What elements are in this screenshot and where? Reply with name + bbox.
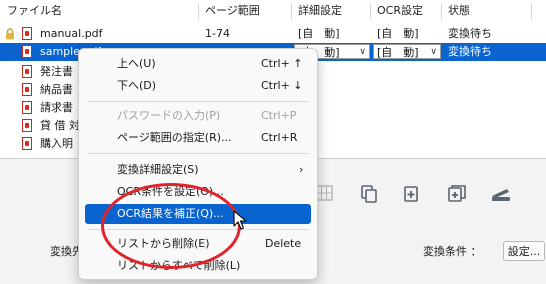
menu-item-label: OCR条件を設定(O)... xyxy=(117,185,224,198)
scanner-icon[interactable] xyxy=(490,184,512,204)
menu-item-page-range[interactable]: ページ範囲の指定(R)... Ctrl+R xyxy=(85,128,311,148)
ocr-setting-dropdown[interactable]: [自 動] ∨ xyxy=(373,44,441,59)
settings-button[interactable]: 設定... xyxy=(503,241,545,261)
col-divider[interactable] xyxy=(370,3,371,19)
pdf-icon xyxy=(22,83,32,96)
file-name: 貸 借 対 xyxy=(40,119,80,132)
file-name: 購入明 xyxy=(40,137,73,150)
col-divider[interactable] xyxy=(198,3,199,19)
pdf-icon xyxy=(22,101,32,114)
col-header-ocr[interactable]: OCR設定 xyxy=(377,0,423,22)
menu-item-label: リストから削除(E) xyxy=(117,237,210,250)
chevron-down-icon: ∨ xyxy=(430,47,437,57)
add-file-icon[interactable] xyxy=(446,184,468,204)
menu-item-label: パスワードの入力(P) xyxy=(117,109,221,122)
file-name: 請求書 xyxy=(40,101,73,114)
status-text: 変換待ち xyxy=(448,45,492,58)
menu-item-remove[interactable]: リストから削除(E) Delete xyxy=(85,234,311,254)
col-header-filename[interactable]: ファイル名 xyxy=(7,0,62,22)
menu-item-shortcut: Ctrl+ ↑ xyxy=(261,57,303,70)
add-page-icon[interactable] xyxy=(400,184,422,204)
dropdown-value: [自 動] xyxy=(377,46,419,59)
col-header-status[interactable]: 状態 xyxy=(448,0,470,22)
file-name: manual.pdf xyxy=(40,27,103,40)
menu-item-conversion-settings[interactable]: 変換詳細設定(S) › xyxy=(85,160,311,180)
page-range: 1-74 xyxy=(205,27,230,40)
convert-condition-label: 変換条件 ： xyxy=(423,245,482,258)
menu-item-shortcut: Ctrl+R xyxy=(261,131,298,144)
menu-item-label: 上へ(U) xyxy=(117,57,156,70)
pdf-icon xyxy=(22,27,32,40)
status-text: 変換待ち xyxy=(448,27,492,40)
menu-item-label: OCR結果を補正(Q)... xyxy=(117,207,224,220)
copy-icon[interactable] xyxy=(358,184,380,204)
menu-item-shortcut: Ctrl+P xyxy=(261,109,297,122)
menu-item-ocr-correction[interactable]: OCR結果を補正(Q)... xyxy=(85,204,311,224)
pdf-icon xyxy=(22,65,32,78)
col-header-detail[interactable]: 詳細設定 xyxy=(298,0,342,22)
pdf-icon xyxy=(22,137,32,150)
mouse-cursor-icon xyxy=(233,210,247,230)
col-divider[interactable] xyxy=(291,3,292,19)
menu-item-remove-all[interactable]: リストからすべて削除(L) xyxy=(85,256,311,276)
menu-divider xyxy=(87,153,309,154)
menu-item-label: 下へ(D) xyxy=(117,79,157,92)
menu-item-label: ページ範囲の指定(R)... xyxy=(117,131,232,144)
file-name: 納品書 xyxy=(40,83,73,96)
menu-item-shortcut: Ctrl+ ↓ xyxy=(261,79,303,92)
menu-item-move-down[interactable]: 下へ(D) Ctrl+ ↓ xyxy=(85,76,311,96)
col-header-pages[interactable]: ページ範囲 xyxy=(205,0,260,22)
menu-divider xyxy=(87,101,309,102)
pdf-icon xyxy=(22,45,32,58)
lock-icon xyxy=(6,28,14,40)
col-divider[interactable] xyxy=(531,3,532,19)
table-row[interactable]: manual.pdf 1-74 [自 動] [自 動] 変換待ち xyxy=(0,25,546,43)
menu-divider xyxy=(87,229,309,230)
col-divider[interactable] xyxy=(441,3,442,19)
context-menu: 上へ(U) Ctrl+ ↑ 下へ(D) Ctrl+ ↓ パスワードの入力(P) … xyxy=(78,48,318,280)
file-name: 発注書 xyxy=(40,65,73,78)
menu-item-label: リストからすべて削除(L) xyxy=(117,259,241,272)
pdf-icon xyxy=(22,119,32,132)
detail-setting: [自 動] xyxy=(298,27,340,40)
submenu-arrow-icon: › xyxy=(299,163,304,176)
menu-item-enter-password[interactable]: パスワードの入力(P) Ctrl+P xyxy=(85,106,311,126)
menu-item-move-up[interactable]: 上へ(U) Ctrl+ ↑ xyxy=(85,54,311,74)
menu-item-label: 変換詳細設定(S) xyxy=(117,163,199,176)
chevron-down-icon: ∨ xyxy=(359,47,366,57)
menu-item-ocr-conditions[interactable]: OCR条件を設定(O)... xyxy=(85,182,311,202)
ocr-setting: [自 動] xyxy=(377,27,419,40)
menu-item-shortcut: Delete xyxy=(265,237,302,250)
